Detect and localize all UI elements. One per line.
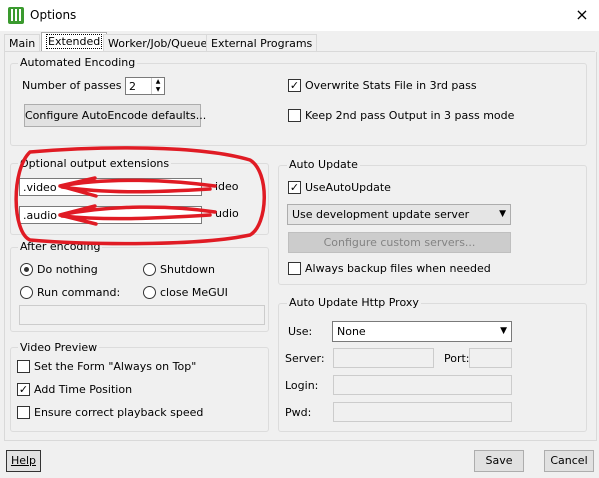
proxy-login-field[interactable]	[333, 375, 512, 395]
title-bar	[0, 0, 599, 31]
add-time-position-checkbox[interactable]: ✓	[17, 383, 30, 396]
tab-extended[interactable]: Extended	[41, 32, 108, 53]
chevron-down-icon: ▼	[499, 209, 506, 219]
always-backup-label: Always backup files when needed	[305, 262, 491, 275]
auto-update-title: Auto Update	[287, 158, 360, 171]
audio-extension-field[interactable]: .audio	[19, 206, 202, 224]
passes-stepper[interactable]: 2 ▲ ▼	[125, 77, 165, 95]
after-encoding-title: After encoding	[18, 240, 103, 253]
tab-worker-label: Worker/Job/Queue	[108, 37, 208, 50]
window-title: Options	[30, 8, 77, 22]
video-suffix-label: ideo	[215, 180, 239, 193]
optional-output-group	[10, 163, 269, 235]
run-command-radio[interactable]	[20, 286, 33, 299]
tab-extended-label: Extended	[46, 34, 103, 49]
proxy-port-field[interactable]	[469, 348, 512, 368]
save-button[interactable]: Save	[474, 450, 524, 472]
video-preview-title: Video Preview	[18, 341, 100, 354]
close-megui-label: close MeGUI	[160, 286, 228, 299]
http-proxy-title: Auto Update Http Proxy	[287, 296, 421, 309]
add-time-position-label: Add Time Position	[34, 383, 133, 396]
proxy-login-label: Login:	[285, 379, 319, 392]
overwrite-stats-checkbox[interactable]: ✓	[288, 79, 301, 92]
correct-playback-label: Ensure correct playback speed	[34, 406, 204, 419]
update-server-select[interactable]: Use development update server ▼	[287, 204, 511, 225]
proxy-pwd-field[interactable]	[333, 402, 512, 422]
proxy-use-select[interactable]: None ▼	[332, 321, 512, 342]
proxy-pwd-label: Pwd:	[285, 406, 312, 419]
do-nothing-radio[interactable]	[20, 263, 33, 276]
overwrite-stats-label: Overwrite Stats File in 3rd pass	[305, 79, 477, 92]
proxy-use-label: Use:	[288, 325, 313, 338]
help-button[interactable]: Help	[6, 450, 41, 472]
passes-value: 2	[129, 80, 136, 93]
always-backup-checkbox[interactable]	[288, 262, 301, 275]
chevron-down-icon: ▼	[500, 326, 507, 336]
proxy-server-field[interactable]	[333, 348, 434, 368]
run-command-label: Run command:	[37, 286, 121, 299]
keep-2nd-pass-label: Keep 2nd pass Output in 3 pass mode	[305, 109, 515, 122]
audio-extension-value: .audio	[23, 209, 57, 222]
tab-worker-job-queue[interactable]: Worker/Job/Queue	[103, 34, 213, 52]
optional-output-title: Optional output extensions	[18, 157, 172, 170]
correct-playback-checkbox[interactable]	[17, 406, 30, 419]
megui-app-icon	[8, 7, 24, 24]
proxy-server-label: Server:	[285, 352, 325, 365]
proxy-port-label: Port:	[444, 352, 470, 365]
shutdown-radio[interactable]	[143, 263, 156, 276]
stepper-arrows-icon[interactable]: ▲ ▼	[151, 78, 164, 94]
tab-external-programs[interactable]: External Programs	[206, 34, 318, 52]
close-icon[interactable]: ×	[570, 4, 594, 26]
cancel-button[interactable]: Cancel	[544, 450, 594, 472]
tab-main[interactable]: Main	[4, 34, 41, 52]
configure-autoencode-button[interactable]: Configure AutoEncode defaults...	[24, 104, 206, 127]
video-extension-field[interactable]: .video	[19, 178, 202, 196]
update-server-value: Use development update server	[292, 208, 470, 221]
help-label: Help	[10, 454, 37, 467]
shutdown-label: Shutdown	[160, 263, 215, 276]
video-extension-value: .video	[23, 181, 57, 194]
passes-label: Number of passes	[22, 79, 122, 92]
use-auto-update-label: UseAutoUpdate	[305, 181, 391, 194]
always-on-top-label: Set the Form "Always on Top"	[34, 360, 197, 373]
tab-main-label: Main	[9, 37, 36, 50]
run-command-field[interactable]	[19, 305, 265, 325]
use-auto-update-checkbox[interactable]: ✓	[288, 181, 301, 194]
always-on-top-checkbox[interactable]	[17, 360, 30, 373]
tab-external-label: External Programs	[211, 37, 313, 50]
close-megui-radio[interactable]	[143, 286, 156, 299]
automated-encoding-title: Automated Encoding	[18, 56, 138, 69]
audio-suffix-label: udio	[215, 207, 239, 220]
proxy-use-value: None	[337, 325, 366, 338]
keep-2nd-pass-checkbox[interactable]	[288, 109, 301, 122]
configure-custom-servers-button[interactable]: Configure custom servers...	[288, 232, 511, 253]
do-nothing-label: Do nothing	[37, 263, 98, 276]
